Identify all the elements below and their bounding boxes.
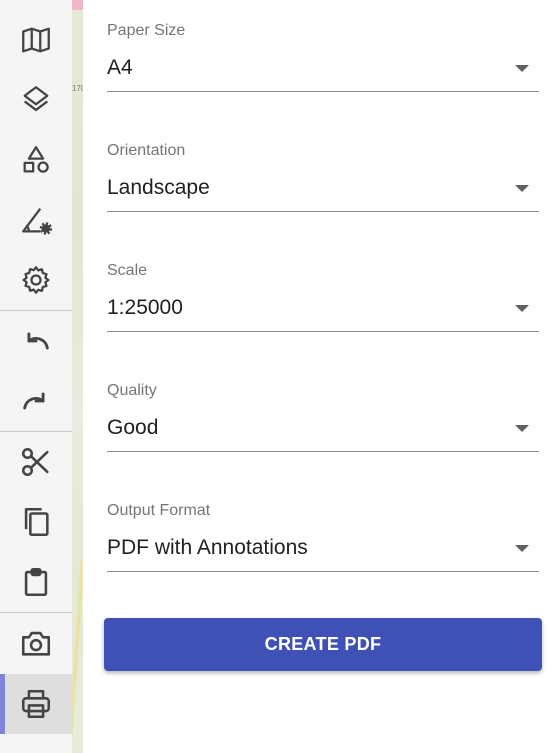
map-tool-button[interactable]: [0, 10, 72, 70]
scale-label: Scale: [107, 262, 148, 279]
orientation-select[interactable]: Orientation Landscape: [107, 120, 539, 212]
undo-button[interactable]: [0, 311, 72, 371]
field-underline: [107, 451, 539, 452]
layers-icon: [23, 86, 49, 112]
map-feature: [72, 0, 83, 10]
chevron-down-icon: [515, 185, 529, 192]
field-underline: [107, 211, 539, 212]
scale-value: 1:25000: [107, 296, 183, 319]
camera-icon: [21, 631, 51, 656]
printer-icon: [21, 689, 51, 719]
screenshot-button[interactable]: [0, 613, 72, 673]
shapes-icon: [23, 146, 49, 173]
clipboard-icon: [24, 567, 48, 597]
create-pdf-button[interactable]: CREATE PDF: [104, 618, 542, 671]
field-underline: [107, 91, 539, 92]
shapes-tool-button[interactable]: [0, 130, 72, 190]
orientation-value: Landscape: [107, 176, 210, 199]
redo-icon: [23, 392, 45, 410]
orientation-label: Orientation: [107, 142, 186, 159]
scissors-icon: [21, 447, 49, 477]
chevron-down-icon: [515, 305, 529, 312]
gear-icon: [22, 266, 50, 294]
map-view-edge[interactable]: 170: [72, 0, 83, 753]
copy-button[interactable]: [0, 492, 72, 552]
quality-label: Quality: [107, 382, 157, 399]
output-format-select[interactable]: Output Format PDF with Annotations: [107, 480, 539, 572]
measure-settings-icon: [22, 207, 53, 235]
redo-button[interactable]: [0, 371, 72, 431]
map-icon: [22, 27, 50, 53]
settings-tool-button[interactable]: [0, 250, 72, 310]
quality-value: Good: [107, 416, 159, 439]
paper-size-value: A4: [107, 56, 133, 79]
map-label: 170: [72, 84, 83, 93]
chevron-down-icon: [515, 65, 529, 72]
field-underline: [107, 331, 539, 332]
scale-select[interactable]: Scale 1:25000: [107, 240, 539, 332]
print-panel: Paper Size A4 Orientation Landscape Scal…: [83, 0, 553, 753]
left-toolbar: [0, 0, 72, 753]
measure-settings-tool-button[interactable]: [0, 190, 72, 250]
layers-tool-button[interactable]: [0, 70, 72, 130]
chevron-down-icon: [515, 425, 529, 432]
field-underline: [107, 571, 539, 572]
copy-icon: [24, 507, 49, 537]
map-road: [72, 560, 83, 753]
paste-button[interactable]: [0, 552, 72, 612]
cut-button[interactable]: [0, 432, 72, 492]
paper-size-select[interactable]: Paper Size A4: [107, 0, 539, 92]
undo-icon: [27, 332, 49, 350]
output-format-label: Output Format: [107, 502, 211, 519]
print-tool-button[interactable]: [0, 674, 72, 734]
paper-size-label: Paper Size: [107, 22, 186, 39]
quality-select[interactable]: Quality Good: [107, 360, 539, 452]
chevron-down-icon: [515, 545, 529, 552]
output-format-value: PDF with Annotations: [107, 536, 308, 559]
